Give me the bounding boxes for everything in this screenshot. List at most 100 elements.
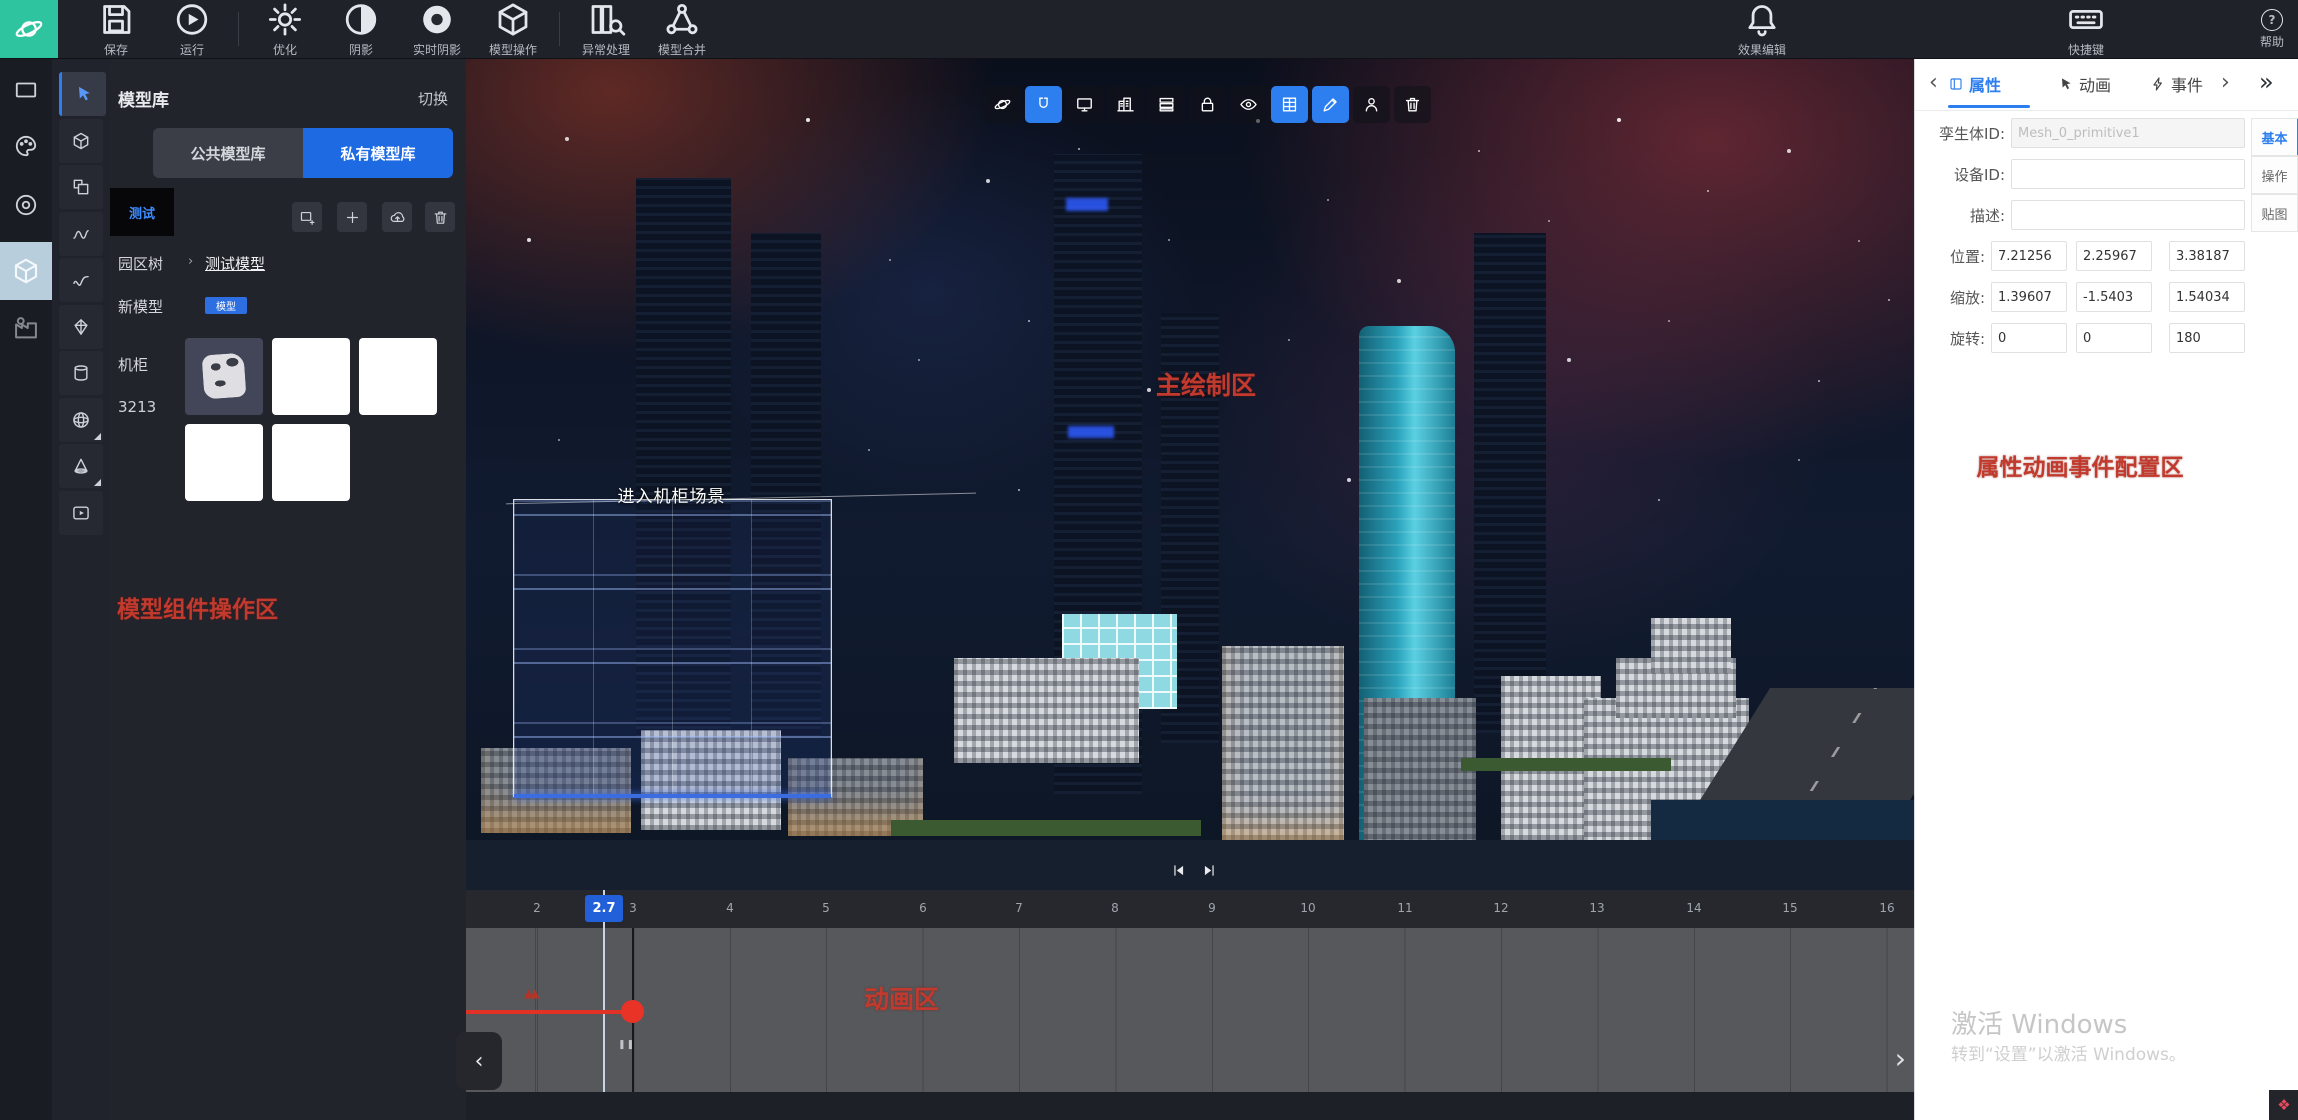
viewport-tool-move[interactable] [1025,86,1062,123]
lock-icon [1198,95,1217,114]
viewport-tool-layers[interactable] [1148,86,1185,123]
timeline-ruler[interactable]: 2 3 4 5 6 7 8 9 10 11 12 13 14 15 16 2.7 [466,890,1914,929]
timeline-expand-button[interactable] [1895,1042,1906,1075]
new-model-tag[interactable]: 模型 [205,297,247,314]
viewport-tool-person[interactable] [1353,86,1390,123]
side-tab-operation[interactable]: 操作 [2251,156,2298,194]
tab-public-library[interactable]: 公共模型库 [153,128,303,178]
prism-icon [71,317,91,337]
model-thumbnail[interactable] [272,424,350,501]
properties-panel: 属性 动画 事件 基本 操作 贴图 孪生体ID: 设备ID: 描述: 位置: [1914,58,2298,1120]
panel-icon [1948,76,1964,92]
delete-button[interactable] [425,202,455,232]
viewport-tool-lock[interactable] [1189,86,1226,123]
cube-icon [71,131,91,151]
selection-wireframe-box[interactable] [513,499,832,797]
tool-box[interactable] [59,119,103,163]
scale-y-field[interactable] [2076,282,2152,312]
tab-animation-label: 动画 [2079,72,2111,96]
keyframe-marker-icon[interactable] [524,986,536,1000]
tool-prism[interactable] [59,305,103,349]
model-thumbnail[interactable] [185,424,263,501]
windows-activation-subtitle: 转到“设置”以激活 Windows。 [1951,1040,2186,1065]
model-merge-button[interactable]: 模型合并 [644,0,720,58]
position-y-field[interactable] [2076,241,2152,271]
chevron-right-icon[interactable] [188,254,193,269]
help-button[interactable]: 帮助 [2260,0,2284,58]
add-button[interactable] [337,202,367,232]
side-tab-texture[interactable]: 贴图 [2251,194,2298,232]
viewport-tool-floors[interactable] [1271,86,1308,123]
viewport-tool-orbit[interactable] [984,86,1021,123]
switch-button[interactable]: 切换 [418,88,448,109]
side-tab-basic[interactable]: 基本 [2251,118,2298,156]
timeline-tick: 4 [726,901,734,915]
timeline-tick: 6 [919,901,927,915]
sidebar-item-screen[interactable] [0,66,52,114]
tool-media[interactable] [59,491,103,535]
position-x-field[interactable] [1991,241,2067,271]
description-field[interactable] [2011,200,2245,230]
apartment-building [1222,646,1344,851]
viewport-tool-monitor[interactable] [1066,86,1103,123]
window-add-icon [299,209,316,226]
annotation-model-component-area: 模型组件操作区 [117,590,278,624]
chevron-left-icon[interactable] [1929,70,1938,95]
sidebar-item-palette[interactable] [0,122,52,170]
annotation-property-config-area: 属性动画事件配置区 [1915,448,2245,482]
collapse-panel-icon[interactable] [2259,68,2274,96]
timeline-collapse-button[interactable] [456,1032,502,1090]
skip-start-icon[interactable] [1170,862,1187,879]
viewport-tool-delete[interactable] [1394,86,1431,123]
twin-id-field[interactable] [2011,118,2245,148]
selection-label[interactable]: 进入机柜场景 [513,482,830,507]
rotation-y-field[interactable] [2076,323,2152,353]
tab-private-library[interactable]: 私有模型库 [303,128,453,178]
viewport-3d[interactable]: 进入机柜场景 主绘制区 [466,58,1914,890]
sidebar-item-factory[interactable] [0,304,52,352]
device-id-field[interactable] [2011,159,2245,189]
viewport-tool-visibility[interactable] [1230,86,1267,123]
corner-logo[interactable] [2269,1090,2298,1120]
person-icon [1362,95,1381,114]
rotation-z-field[interactable] [2169,323,2245,353]
tool-sphere[interactable] [59,398,103,442]
chevron-right-icon[interactable] [2221,70,2230,95]
rotation-x-field[interactable] [1991,323,2067,353]
timeline-tick: 14 [1686,901,1701,915]
window-add-button[interactable] [292,202,322,232]
model-thumbnail[interactable] [272,338,350,415]
shortcuts-button[interactable]: 快捷键 [1936,0,2236,58]
tool-select[interactable] [59,72,106,116]
tool-curve[interactable] [59,258,103,302]
model-thumbnail-selected[interactable] [185,338,263,415]
position-z-field[interactable] [2169,241,2245,271]
tool-group[interactable] [59,165,103,209]
scale-z-field[interactable] [2169,282,2245,312]
tool-cone[interactable] [59,444,103,488]
playhead-badge[interactable]: 2.7 [585,895,623,922]
tab-animation[interactable]: 动画 [2058,72,2111,96]
scale-x-field[interactable] [1991,282,2067,312]
tool-polyline[interactable] [59,212,103,256]
help-label: 帮助 [2260,33,2284,50]
keyframe-dot[interactable] [621,1000,644,1023]
model-select[interactable]: 测试 [110,188,174,236]
track-tag-icon [618,1040,635,1050]
trash-icon [432,209,449,226]
model-thumbnail[interactable] [359,338,437,415]
tree-item-link[interactable]: 测试模型 [205,253,265,274]
effect-edit-button[interactable]: 效果编辑 [1612,0,1912,58]
timeline-track[interactable] [466,928,1914,1092]
sidebar-item-model-library[interactable] [0,242,52,300]
upload-button[interactable] [382,202,412,232]
tab-events[interactable]: 事件 [2150,72,2203,96]
run-label: 运行 [180,41,204,58]
plus-icon [344,209,361,226]
skip-end-icon[interactable] [1201,862,1218,879]
viewport-tool-brush[interactable] [1312,86,1349,123]
tab-properties[interactable]: 属性 [1948,72,2001,96]
tool-cylinder[interactable] [59,351,103,395]
sidebar-item-disc[interactable] [0,181,52,229]
viewport-tool-building[interactable] [1107,86,1144,123]
